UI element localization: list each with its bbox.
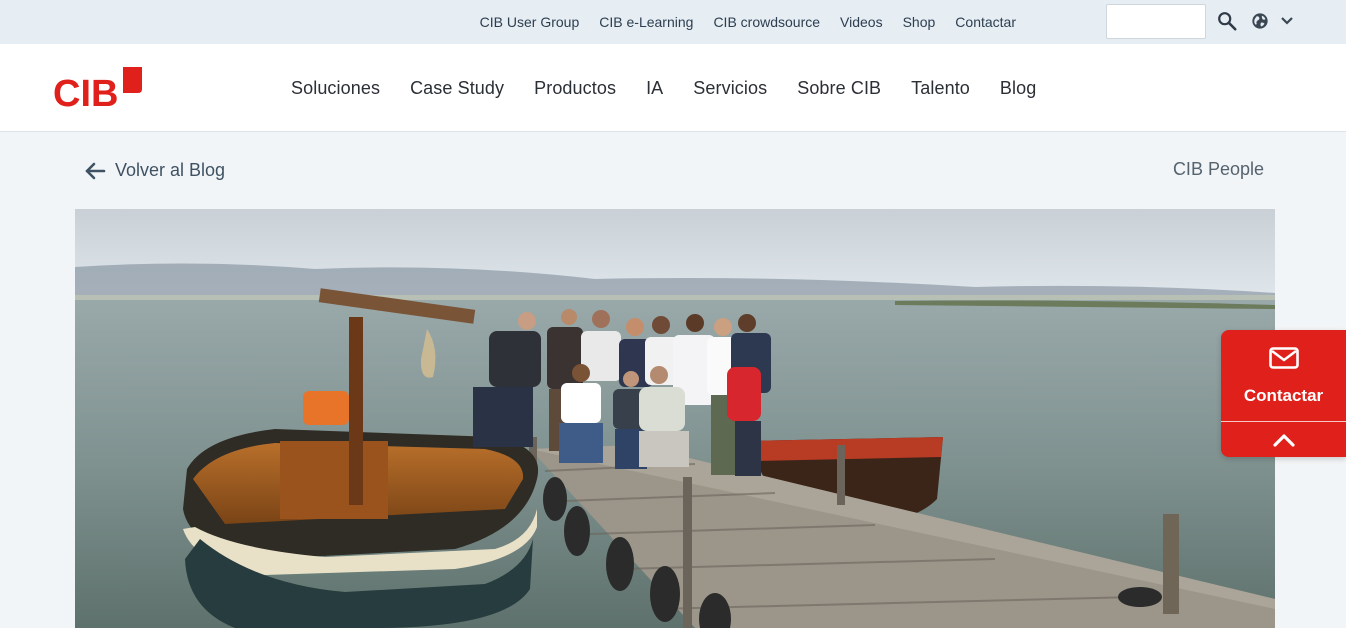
search-icon[interactable] (1216, 10, 1238, 32)
main-header: CIB Soluciones Case Study Productos IA S… (0, 44, 1346, 132)
contact-widget[interactable]: Contactar (1221, 330, 1346, 457)
link-cib-elearning[interactable]: CIB e-Learning (599, 14, 693, 30)
link-contactar[interactable]: Contactar (955, 14, 1016, 30)
back-to-blog-link[interactable]: Volver al Blog (84, 160, 225, 181)
back-to-blog-label: Volver al Blog (115, 160, 226, 180)
nav-sobre-cib[interactable]: Sobre CIB (797, 78, 881, 99)
main-nav: Soluciones Case Study Productos IA Servi… (276, 44, 1051, 132)
link-cib-crowdsource[interactable]: CIB crowdsource (713, 14, 820, 30)
chevron-up-icon[interactable] (1272, 433, 1296, 447)
globe-icon[interactable] (1251, 12, 1269, 30)
search-input[interactable] (1106, 4, 1206, 39)
nav-soluciones[interactable]: Soluciones (291, 78, 380, 99)
post-category[interactable]: CIB People (1173, 159, 1264, 180)
mail-icon (1269, 347, 1299, 369)
link-shop[interactable]: Shop (903, 14, 936, 30)
link-videos[interactable]: Videos (840, 14, 883, 30)
nav-ia[interactable]: IA (646, 78, 663, 99)
logo-text: CIB (53, 73, 118, 110)
nav-case-study[interactable]: Case Study (410, 78, 504, 99)
contact-widget-divider (1221, 421, 1346, 422)
link-cib-user-group[interactable]: CIB User Group (480, 14, 580, 30)
arrow-left-icon (85, 162, 106, 179)
nav-blog[interactable]: Blog (1000, 78, 1036, 99)
nav-talento[interactable]: Talento (911, 78, 970, 99)
chevron-down-icon[interactable] (1280, 16, 1294, 26)
utility-links: CIB User Group CIB e-Learning CIB crowds… (460, 0, 1016, 44)
hero-image (75, 209, 1275, 628)
nav-productos[interactable]: Productos (534, 78, 616, 99)
nav-servicios[interactable]: Servicios (693, 78, 767, 99)
cib-logo[interactable]: CIB (53, 66, 145, 110)
contact-widget-label[interactable]: Contactar (1221, 386, 1346, 406)
utility-bar: CIB User Group CIB e-Learning CIB crowds… (0, 0, 1346, 44)
